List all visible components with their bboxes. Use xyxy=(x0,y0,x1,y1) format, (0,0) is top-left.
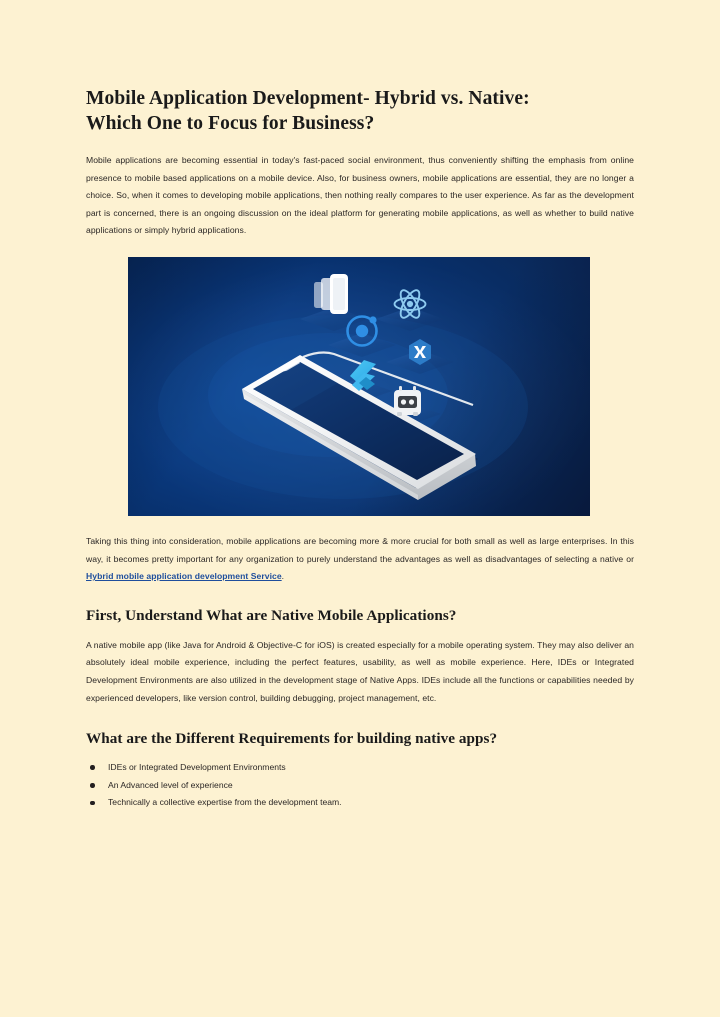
paragraph-with-link: Taking this thing into consideration, mo… xyxy=(86,533,634,586)
hero-image xyxy=(128,256,590,516)
bullet-dot-icon xyxy=(90,800,95,806)
list-item: Technically a collective expertise from … xyxy=(90,794,634,812)
paragraph-text-after-link: . xyxy=(281,571,285,582)
bullet-dot-icon xyxy=(90,783,95,788)
intro-paragraph: Mobile applications are becoming essenti… xyxy=(86,155,634,236)
hero-illustration xyxy=(158,273,528,500)
list-item: An Advanced level of experience xyxy=(90,777,634,795)
list-item: IDEs or Integrated Development Environme… xyxy=(90,759,634,777)
section-heading-requirements: What are the Different Requirements for … xyxy=(86,730,498,748)
requirements-list: IDEs or Integrated Development Environme… xyxy=(86,759,634,812)
android-robot-icon xyxy=(394,385,421,416)
page-title-line-1: Mobile Application Development- Hybrid v… xyxy=(86,88,530,109)
list-item-label: An Advanced level of experience xyxy=(108,779,233,790)
section-heading-native-apps: First, Understand What are Native Mobile… xyxy=(86,606,457,624)
paragraph-text-before-link: Taking this thing into consideration, mo… xyxy=(86,535,634,564)
native-apps-paragraph: A native mobile app (like Java for Andro… xyxy=(86,639,634,703)
list-item-label: Technically a collective expertise from … xyxy=(108,797,342,808)
bullet-dot-icon xyxy=(90,765,95,771)
page-title: Mobile Application Development- Hybrid v… xyxy=(86,86,634,136)
document-page: Mobile Application Development- Hybrid v… xyxy=(0,0,720,1017)
hero-figure-container xyxy=(86,256,634,516)
page-title-line-2: Which One to Focus for Business? xyxy=(86,113,375,134)
article-body: Mobile Application Development- Hybrid v… xyxy=(86,86,634,812)
hybrid-service-link[interactable]: Hybrid mobile application development Se… xyxy=(86,571,282,581)
list-item-label: IDEs or Integrated Development Environme… xyxy=(108,762,286,773)
app-screens-icon xyxy=(314,273,348,314)
